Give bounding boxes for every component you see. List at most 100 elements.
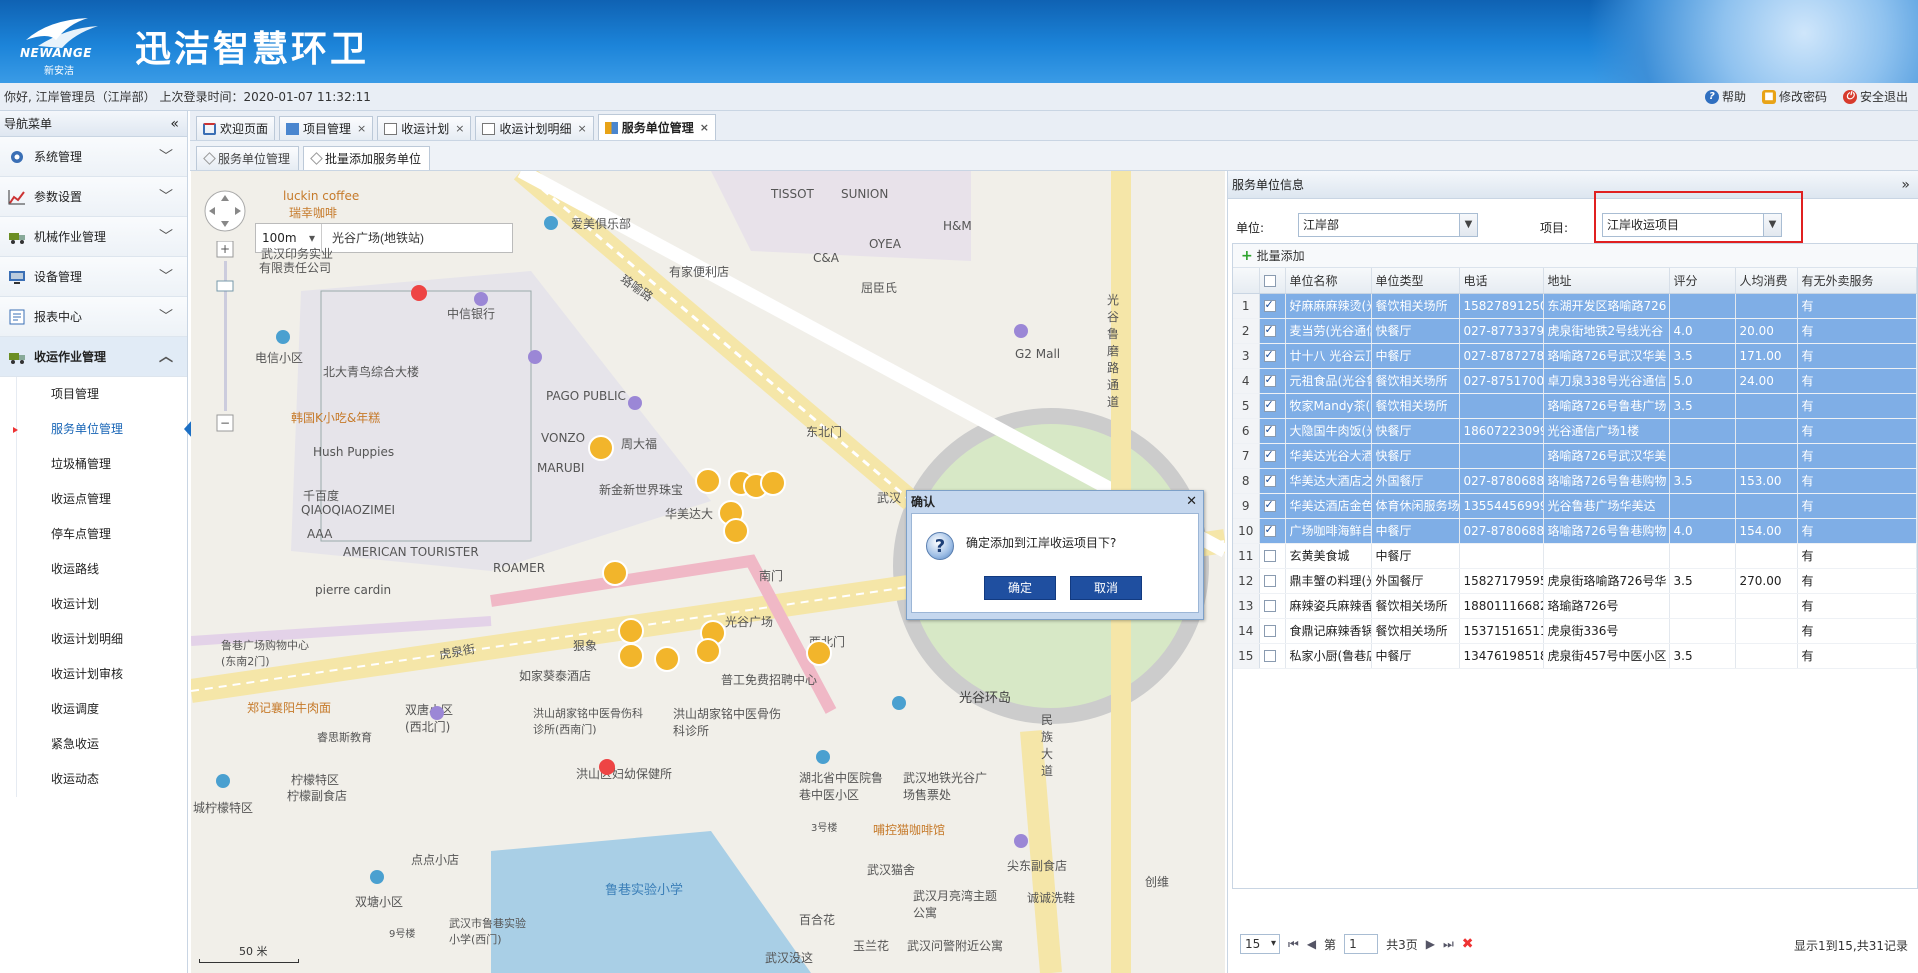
sidebar-item-plans[interactable]: 收运计划 [16, 587, 187, 622]
page-number-input[interactable]: 1 [1344, 934, 1379, 954]
confirm-button[interactable]: 确定 [984, 576, 1056, 600]
close-icon[interactable]: × [578, 118, 587, 140]
expand-icon[interactable]: » [1901, 171, 1910, 199]
subtab-service-unit-manage[interactable]: 服务单位管理 [196, 146, 300, 170]
map-label: 武汉地铁光谷广场售票处 [903, 771, 988, 802]
row-checkbox[interactable] [1263, 473, 1276, 487]
row-checkbox[interactable] [1263, 625, 1276, 637]
menu-group-reports[interactable]: 报表中心 ﹀ [0, 297, 187, 337]
cell-name: 鼎丰蟹の料理(光 [1285, 568, 1372, 594]
sidebar-item-parking[interactable]: 停车点管理 [16, 517, 187, 552]
column-header[interactable]: 单位类型 [1371, 268, 1460, 294]
column-header[interactable]: 人均消费 [1735, 268, 1798, 294]
table-row[interactable]: 14 食鼎记麻辣香锅 餐饮相关场所 15371516511 虎泉街336号 有 [1233, 618, 1917, 644]
row-checkbox[interactable] [1263, 298, 1276, 312]
project-label: 项目: [1540, 221, 1569, 235]
row-checkbox[interactable] [1263, 373, 1276, 387]
sidebar-item-plan-review[interactable]: 收运计划审核 [16, 657, 187, 692]
zoom-slider[interactable]: +− [215, 241, 235, 441]
batch-add-button[interactable]: + 批量添加 [1241, 244, 1305, 268]
cell-avg [1735, 543, 1798, 569]
change-password-link[interactable]: ■ 修改密码 [1761, 83, 1827, 111]
row-checkbox[interactable] [1263, 398, 1276, 412]
row-checkbox[interactable] [1263, 348, 1276, 362]
menu-group-system[interactable]: 系统管理 ﹀ [0, 137, 187, 177]
sidebar-item-live-status[interactable]: 收运动态 [16, 762, 187, 797]
row-checkbox[interactable] [1263, 498, 1276, 512]
cell-takeout: 有 [1797, 643, 1917, 669]
table-row[interactable]: 1 好麻麻麻辣烫(光餐饮相关场所15827891250东湖开发区珞喻路726 有 [1233, 293, 1917, 319]
sidebar-collapse-button[interactable]: « [170, 111, 179, 137]
tab-projects[interactable]: 项目管理 × [279, 116, 374, 140]
row-checkbox[interactable] [1263, 323, 1276, 337]
column-header[interactable]: 单位名称 [1285, 268, 1372, 294]
menu-group-devices[interactable]: 设备管理 ﹀ [0, 257, 187, 297]
tag-icon [310, 152, 323, 165]
row-checkbox[interactable] [1263, 523, 1276, 537]
table-row[interactable]: 7 华美达光谷大酒快餐厅 珞喻路726号武汉华美 有 [1233, 443, 1917, 469]
table-row[interactable]: 4 元祖食品(光谷鲁餐饮相关场所027-87517007卓刀泉338号光谷通信5.… [1233, 368, 1917, 394]
subtab-batch-add[interactable]: 批量添加服务单位 [303, 146, 431, 170]
logout-link[interactable]: ⏻ 安全退出 [1842, 83, 1908, 111]
first-page-icon[interactable]: ⏮ [1288, 937, 1299, 952]
column-header[interactable]: 地址 [1543, 268, 1670, 294]
sidebar-item-projects[interactable]: 项目管理 [16, 377, 187, 412]
prev-page-icon[interactable]: ◀ [1307, 937, 1316, 951]
close-icon[interactable]: × [455, 118, 464, 140]
row-checkbox[interactable] [1263, 650, 1276, 662]
sidebar-item-bins[interactable]: 垃圾桶管理 [16, 447, 187, 482]
row-checkbox[interactable] [1263, 448, 1276, 462]
table-row[interactable]: 5 牧家Mandy茶(鲁餐饮相关场所 珞喻路726号鲁巷广场3.5 有 [1233, 393, 1917, 419]
sidebar-item-emergency[interactable]: 紧急收运 [16, 727, 187, 762]
close-icon[interactable]: × [357, 118, 366, 140]
page-size-select[interactable]: 15 [1240, 934, 1280, 954]
table-row[interactable]: 11 玄黄美食城 中餐厅 有 [1233, 543, 1917, 569]
cancel-button[interactable]: 取消 [1070, 576, 1142, 600]
sidebar-item-routes[interactable]: 收运路线 [16, 552, 187, 587]
help-link[interactable]: ? 帮助 [1704, 83, 1746, 111]
sidebar-item-service-units[interactable]: 服务单位管理 [13, 412, 193, 447]
last-page-icon[interactable]: ⏭ [1443, 937, 1454, 952]
sidebar-item-dispatch[interactable]: 收运调度 [16, 692, 187, 727]
table-row[interactable]: 6 大隐国牛肉饭(光快餐厅18607223099光谷通信广场1楼 有 [1233, 418, 1917, 444]
table-row[interactable]: 10 广场咖啡海鲜自中餐厅027-87806888珞喻路726号鲁巷购物4.015… [1233, 518, 1917, 544]
select-all-checkbox[interactable] [1263, 274, 1276, 287]
tab-service-units[interactable]: 服务单位管理 × [597, 114, 716, 140]
sidebar-item-plan-details[interactable]: 收运计划明细 [16, 622, 187, 657]
next-page-icon[interactable]: ▶ [1426, 937, 1435, 951]
tab-welcome[interactable]: 欢迎页面 [196, 116, 276, 140]
cell-avg [1735, 493, 1798, 519]
map-label: 玉兰花 [853, 939, 890, 953]
table-row[interactable]: 8 华美达大酒店之外国餐厅027-87806888珞喻路726号鲁巷购物3.515… [1233, 468, 1917, 494]
brand-name-en: NEWANGE [20, 46, 92, 60]
cell-type: 餐饮相关场所 [1371, 618, 1460, 644]
close-icon[interactable]: × [700, 117, 709, 139]
column-header[interactable]: 电话 [1459, 268, 1544, 294]
column-header[interactable]: 有无外卖服务 [1797, 268, 1917, 294]
close-icon[interactable]: ✕ [1186, 491, 1197, 513]
column-header[interactable]: 评分 [1669, 268, 1736, 294]
row-checkbox[interactable] [1263, 600, 1276, 612]
app-title: 迅洁智慧环卫 [135, 28, 370, 70]
menu-group-machinery[interactable]: 机械作业管理 ﹀ [0, 217, 187, 257]
unit-select[interactable]: 江岸部 ▼ [1298, 213, 1478, 237]
table-row[interactable]: 9 华美达酒店金色体育休闲服务场13554456999光谷鲁巷广场华美达 有 [1233, 493, 1917, 519]
row-checkbox[interactable] [1263, 550, 1276, 562]
place-search-input[interactable] [322, 224, 512, 252]
table-row[interactable]: 2 麦当劳(光谷通信快餐厅027-87733798;虎泉街地铁2号线光谷4.020… [1233, 318, 1917, 344]
row-checkbox[interactable] [1263, 423, 1276, 437]
map-label: VONZO [541, 431, 586, 445]
menu-group-collection[interactable]: 收运作业管理 ︿ [0, 337, 187, 377]
table-row[interactable]: 3 廿十八 光谷云顶中餐厅027-87872783;珞喻路726号武汉华美3.51… [1233, 343, 1917, 369]
cell-type: 餐饮相关场所 [1371, 393, 1460, 419]
tab-plans[interactable]: 收运计划 × [377, 116, 472, 140]
sidebar-item-collection-points[interactable]: 收运点管理 [16, 482, 187, 517]
table-row[interactable]: 13 麻辣姿兵麻辣香 餐饮相关场所 18801116682 珞瑜路726号 有 [1233, 593, 1917, 619]
row-checkbox[interactable] [1263, 575, 1276, 587]
map-label: 双塘小区 [355, 895, 404, 909]
clear-icon[interactable]: ✖ [1462, 936, 1474, 952]
table-row[interactable]: 12 鼎丰蟹の料理(光 外国餐厅 15827179595 虎泉街珞喻路726号华 3.5 2… [1233, 568, 1917, 594]
table-row[interactable]: 15 私家小厨(鲁巷店中餐厅13476198518;1虎泉街457号中医小区3.5… [1233, 643, 1917, 669]
tab-plan-details[interactable]: 收运计划明细 × [475, 116, 594, 140]
menu-group-params[interactable]: 参数设置 ﹀ [0, 177, 187, 217]
